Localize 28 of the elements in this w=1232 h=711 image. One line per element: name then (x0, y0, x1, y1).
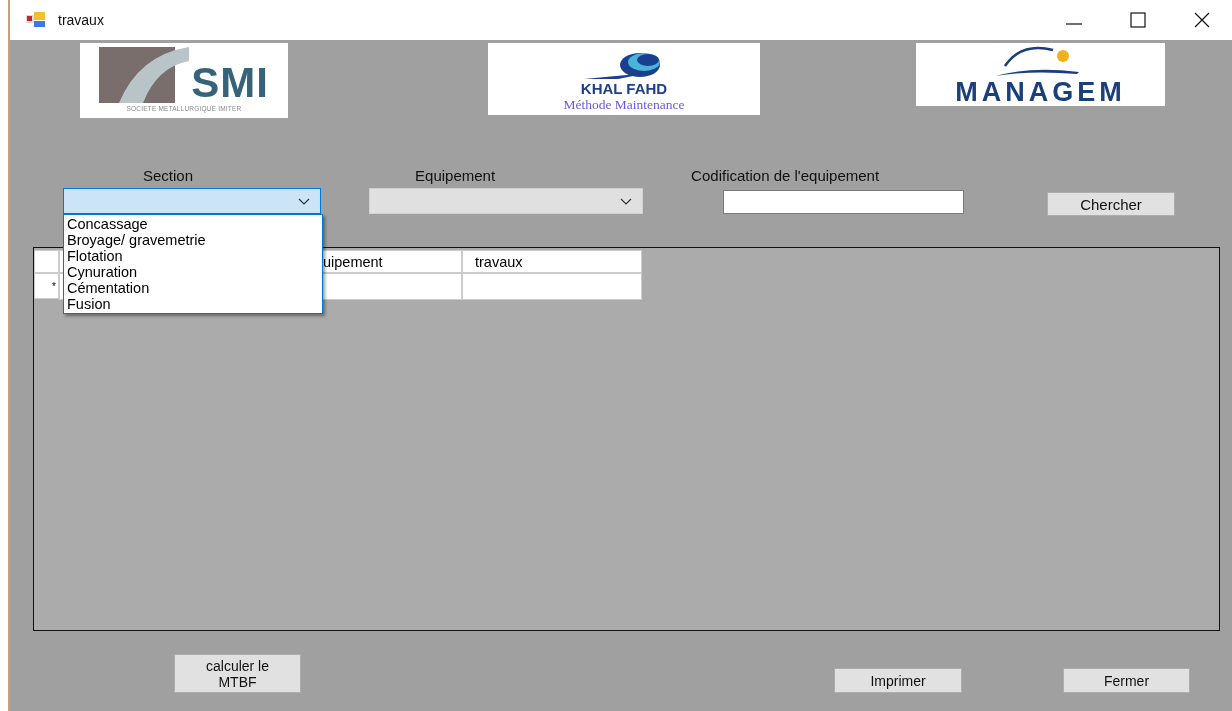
close-icon[interactable] (1192, 10, 1212, 30)
logo-text: MANAGEM (955, 78, 1126, 106)
swoosh-icon (99, 47, 190, 103)
section-dropdown[interactable] (63, 188, 321, 214)
equipement-label: Equipement (415, 167, 496, 184)
dropdown-option[interactable]: Concassage (64, 216, 322, 232)
column-header[interactable]: travaux (462, 250, 642, 273)
print-button[interactable]: Imprimer (834, 668, 962, 693)
search-button[interactable]: Chercher (1047, 192, 1175, 216)
section-label: Section (143, 167, 194, 184)
calculate-mtbf-button[interactable]: calculer le MTBF (174, 654, 301, 693)
chevron-down-icon (298, 197, 310, 205)
new-row-marker: * (34, 273, 59, 299)
window-title: travaux (58, 12, 104, 28)
dropdown-option[interactable]: Flotation (64, 248, 322, 264)
close-button[interactable]: Fermer (1063, 668, 1190, 693)
dropdown-option[interactable]: Cémentation (64, 280, 322, 296)
codification-label: Codification de l'equipement (691, 167, 880, 184)
logo-text: SMI (191, 63, 269, 103)
maximize-icon[interactable] (1128, 10, 1148, 30)
dropdown-option[interactable]: Fusion (64, 296, 322, 312)
logo-tagline: Méthode Maintenance (563, 97, 685, 113)
app-icon (26, 12, 46, 28)
dropdown-option[interactable]: Broyage/ gravemetrie (64, 232, 322, 248)
chevron-down-icon (620, 197, 632, 205)
dropdown-option[interactable]: Cynuration (64, 264, 322, 280)
logo-text: KHAL FAHD (580, 81, 668, 97)
codification-field[interactable] (723, 190, 964, 214)
